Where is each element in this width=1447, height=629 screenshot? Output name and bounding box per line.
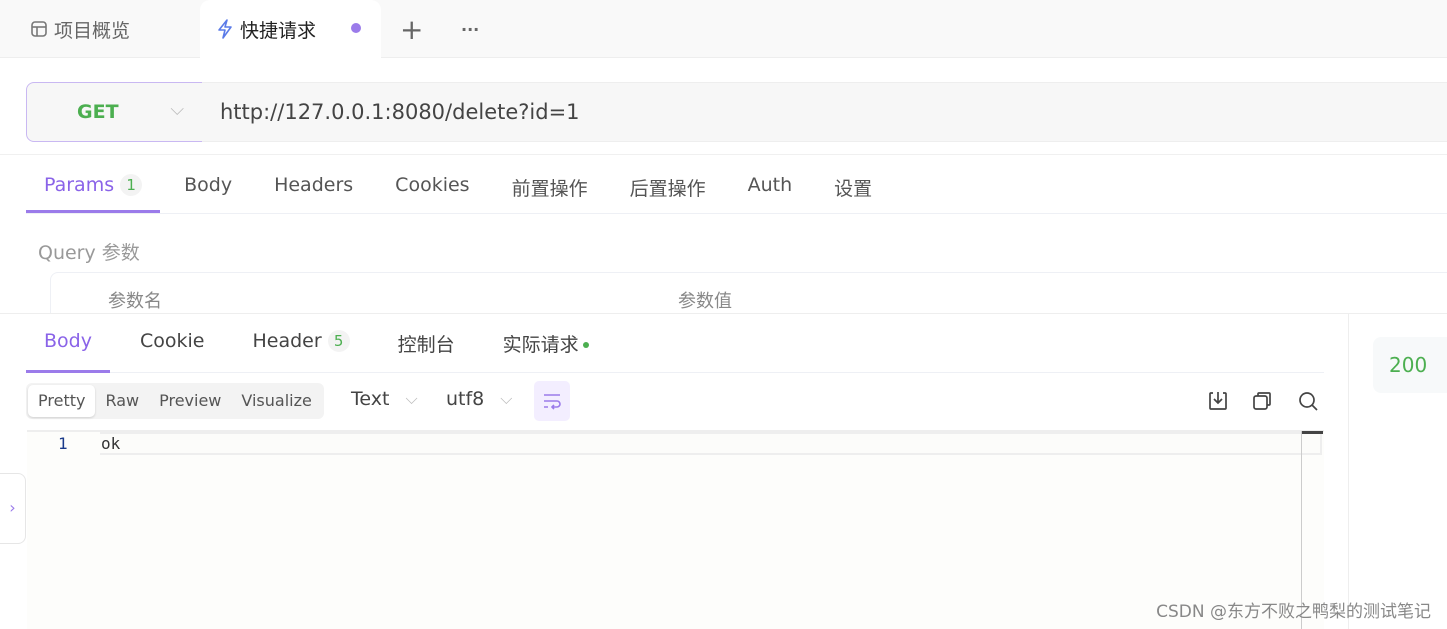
column-header-name: 参数名 <box>108 291 162 312</box>
request-tabs: Params 1 Body Headers Cookies 前置操作 后置操作 A… <box>26 166 1447 214</box>
tab-actual-request[interactable]: 实际请求 <box>503 320 589 372</box>
tab-quick-request[interactable]: 快捷请求 <box>200 0 381 58</box>
tab-bar: 项目概览 快捷请求 + ··· <box>0 0 1447 58</box>
tab-auth[interactable]: Auth <box>748 166 793 213</box>
wrap-icon <box>544 394 561 410</box>
header-count-badge: 5 <box>327 330 350 352</box>
column-header-value: 参数值 <box>678 291 732 312</box>
tab-response-cookie[interactable]: Cookie <box>140 320 205 372</box>
response-body-editor[interactable] <box>27 430 1324 629</box>
tab-params[interactable]: Params 1 <box>26 166 161 213</box>
tab-pre-actions[interactable]: 前置操作 <box>512 166 588 213</box>
chevron-down-icon: ⌵ <box>500 389 513 408</box>
watermark: CSDN @东方不败之鸭梨的测试笔记 <box>1156 602 1431 622</box>
code-line: ok <box>100 432 1322 455</box>
chevron-down-icon: ⌵ <box>405 389 418 408</box>
status-dot <box>582 342 589 348</box>
method-select[interactable]: GET ⌵ <box>26 82 203 142</box>
view-mode-selector: Pretty Raw Preview Visualize <box>26 383 324 419</box>
download-icon[interactable] <box>1207 390 1229 412</box>
tab-label: 快捷请求 <box>240 19 317 42</box>
encoding-select[interactable]: utf8 ⌵ <box>446 388 512 410</box>
tab-body[interactable]: Body <box>184 166 232 213</box>
tab-post-actions[interactable]: 后置操作 <box>630 166 706 213</box>
expand-sidebar-button[interactable]: › <box>0 473 26 544</box>
method-value: GET <box>77 101 119 123</box>
tab-label: Header <box>252 330 322 352</box>
url-input[interactable]: http://127.0.0.1:8080/delete?id=1 <box>202 82 1447 142</box>
layout-icon <box>31 21 47 37</box>
query-params-table: 参数名 参数值 <box>50 272 1447 314</box>
tab-headers[interactable]: Headers <box>274 166 353 213</box>
format-value: Text <box>351 388 390 410</box>
search-icon[interactable] <box>1297 390 1319 412</box>
tab-label: 项目概览 <box>54 19 131 42</box>
divider <box>1348 313 1349 629</box>
params-count-badge: 1 <box>120 174 143 196</box>
tab-settings[interactable]: 设置 <box>834 166 872 213</box>
tab-response-header[interactable]: Header 5 <box>252 320 350 372</box>
view-raw[interactable]: Raw <box>95 385 149 417</box>
add-tab-button[interactable]: + <box>400 0 423 58</box>
lightning-icon <box>218 19 232 39</box>
tab-console[interactable]: 控制台 <box>398 320 455 372</box>
chevron-right-icon: › <box>9 498 16 517</box>
tab-label: Params <box>44 174 115 196</box>
tab-label: 实际请求 <box>502 334 579 356</box>
copy-icon[interactable] <box>1251 390 1273 412</box>
format-select[interactable]: Text ⌵ <box>351 388 418 410</box>
tab-response-body[interactable]: Body <box>26 320 110 373</box>
view-pretty[interactable]: Pretty <box>28 385 96 417</box>
more-icon[interactable]: ··· <box>461 0 479 58</box>
unsaved-dot <box>351 23 361 33</box>
chevron-down-icon: ⌵ <box>170 99 184 120</box>
view-preview[interactable]: Preview <box>149 385 231 417</box>
view-visualize[interactable]: Visualize <box>231 385 321 417</box>
line-number: 1 <box>58 434 68 453</box>
encoding-value: utf8 <box>446 388 485 410</box>
query-params-title: Query 参数 <box>38 242 140 264</box>
tab-cookies[interactable]: Cookies <box>395 166 469 213</box>
divider <box>0 154 1447 155</box>
status-code: 200 <box>1373 337 1447 393</box>
word-wrap-button[interactable] <box>534 381 570 421</box>
tab-project-overview[interactable]: 项目概览 <box>30 0 130 58</box>
response-tabs: Body Cookie Header 5 控制台 实际请求 <box>26 320 1324 373</box>
